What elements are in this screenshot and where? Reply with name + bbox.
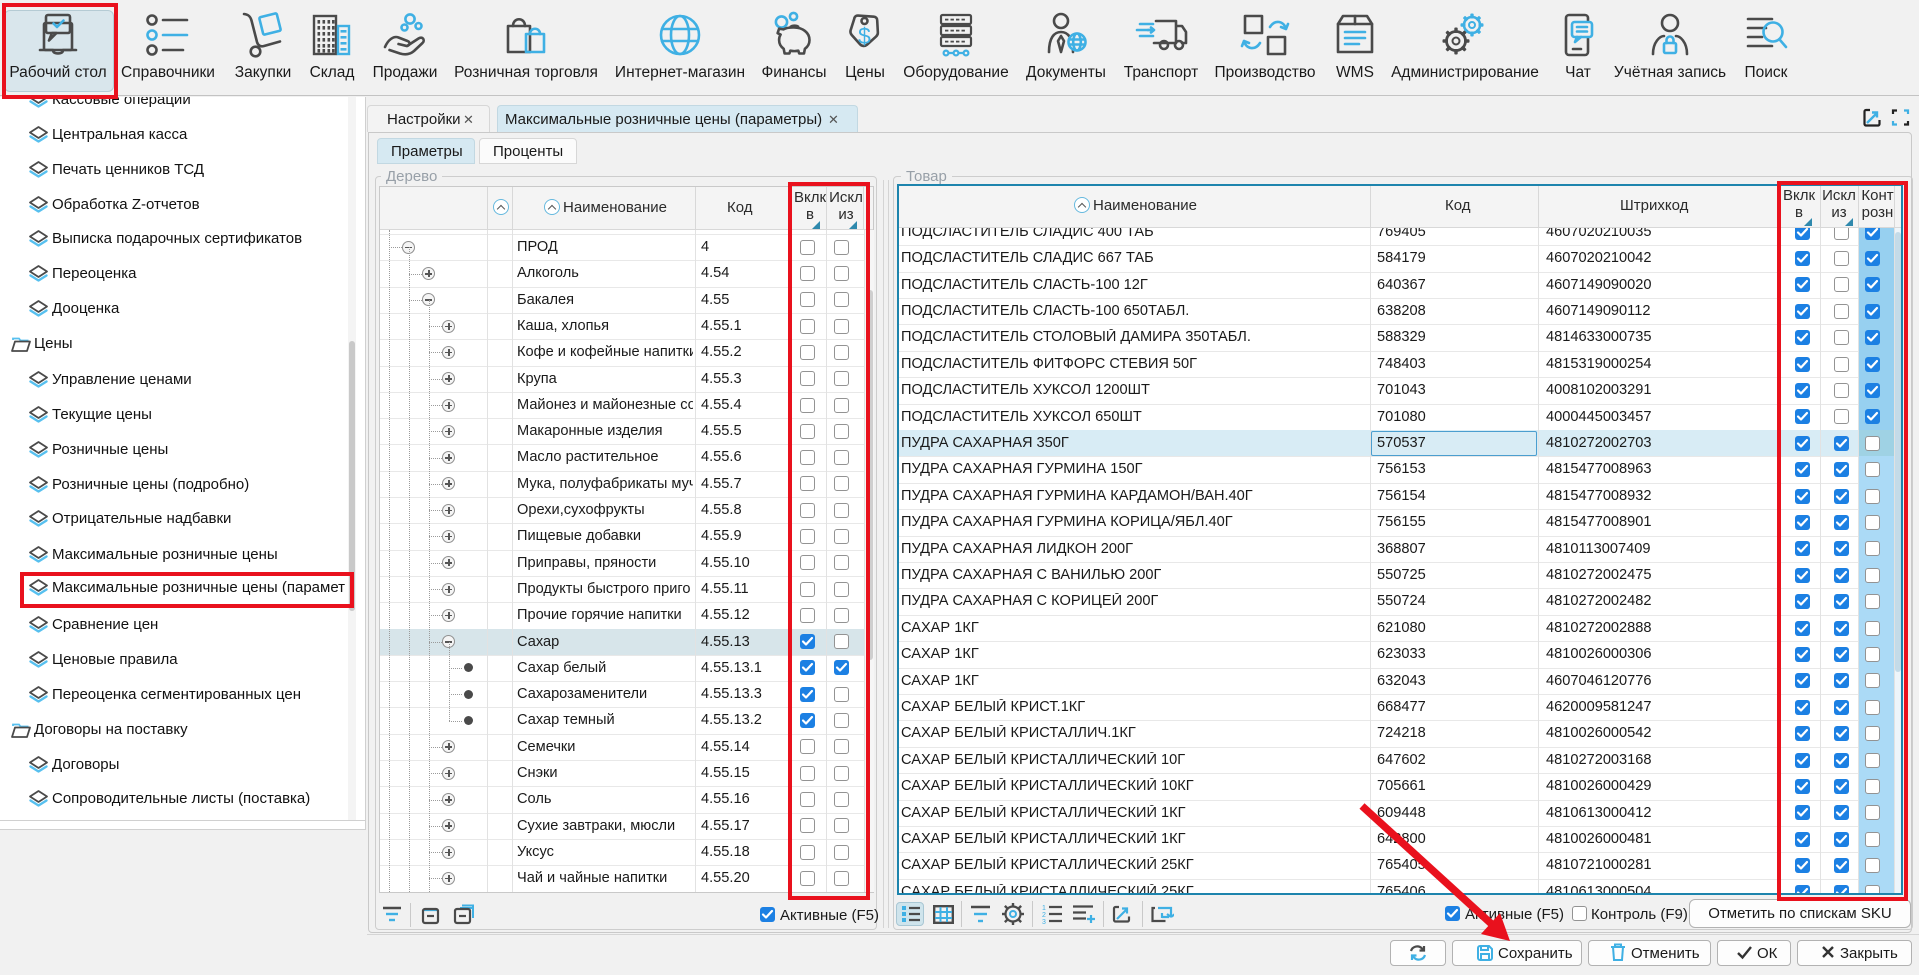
svg-text:3: 3 <box>1042 919 1046 924</box>
svg-text:2: 2 <box>1042 912 1046 919</box>
svg-text:1: 1 <box>1042 905 1046 912</box>
